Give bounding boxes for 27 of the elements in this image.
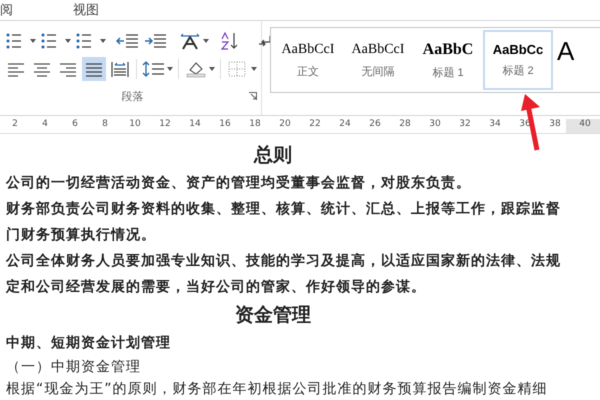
style-item[interactable]: AaBbCc 标题 2 <box>483 30 553 90</box>
dropdown-caret-icon <box>251 67 257 71</box>
paint-bucket-icon[interactable] <box>184 60 208 78</box>
document-heading: 资金管理 <box>234 303 312 328</box>
dropdown-caret-icon <box>167 67 173 71</box>
indent-icon[interactable] <box>144 32 168 50</box>
paragraph-line: 根据“现金为王”的原则，财务部在年初根据公司批准的财务预算报告编制资金精细 <box>6 380 549 399</box>
paragraph-line: 公司全体财务人员要加强专业知识、技能的学习及提高，以适应国家新的法律、法规 <box>6 252 562 271</box>
ribbon-tab[interactable]: 视图 <box>73 1 99 19</box>
document-heading: 总则 <box>252 143 293 168</box>
dropdown-caret-icon <box>65 39 71 43</box>
paragraph-line: 定和公司经营发展的需要，当好公司的管家、作好领导的参谋。 <box>6 278 427 297</box>
dropdown-caret-icon <box>209 67 215 71</box>
paragraph-line: （一）中期资金管理 <box>6 358 142 377</box>
dropdown-caret-icon <box>30 39 36 43</box>
paragraph-line: 公司的一切经营活动资金、资产的管理均受董事会监督，对股东负责。 <box>6 174 472 193</box>
ribbon-tab[interactable]: 阅 <box>0 1 13 19</box>
line-spacing-icon[interactable] <box>142 60 166 78</box>
dropdown-caret-icon <box>100 39 106 43</box>
paragraph-line: 中期、短期资金计划管理 <box>6 334 172 353</box>
dialog-launcher-icon[interactable] <box>249 92 257 100</box>
paragraph-line: 财务部负责公司财务资料的收集、整理、核算、统计、汇总、上报等工作，跟踪监督 <box>6 200 562 219</box>
align-justify-icon[interactable] <box>82 57 106 81</box>
dropdown-caret-icon <box>203 39 209 43</box>
outdent-icon[interactable] <box>116 32 140 50</box>
group-label: 段落 <box>122 89 144 104</box>
paragraph-line: 门财务预算执行情况。 <box>6 226 157 245</box>
